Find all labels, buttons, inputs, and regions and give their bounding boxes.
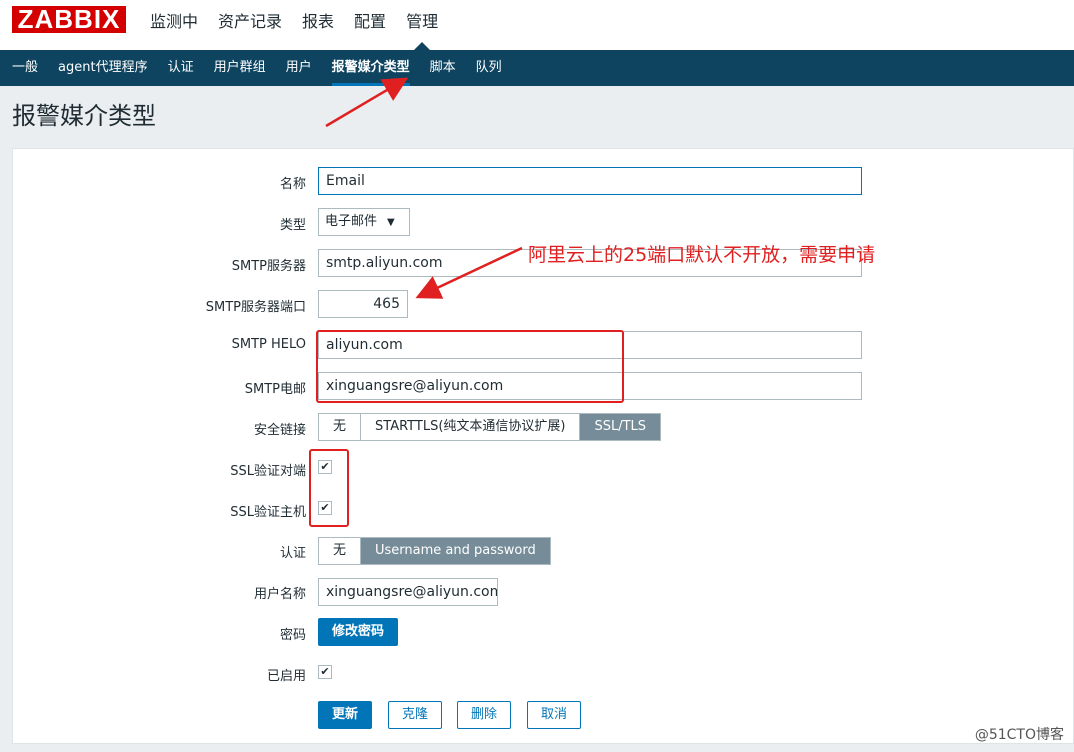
arrow-to-media-types-icon [325,77,409,128]
annotation-arrows [325,77,523,299]
watermark: @51CTO博客 [974,727,1064,743]
arrow-to-port-icon [415,246,523,299]
